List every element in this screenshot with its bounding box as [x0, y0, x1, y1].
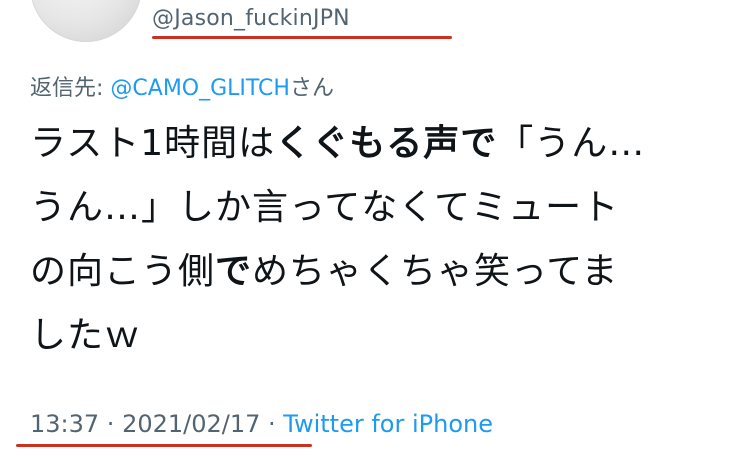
tweet-text-line: ラスト1時間はくぐもる声で「うん… — [30, 112, 730, 176]
tweet-text-segment: したｗ — [30, 315, 142, 356]
tweet-text-line: の向こう側でめちゃくちゃ笑ってま — [30, 240, 730, 304]
tweet-text-bold-segment: くぐもる声で — [275, 123, 498, 164]
tweet-time[interactable]: 13:37 — [30, 410, 99, 438]
meta-separator-2: · — [260, 410, 284, 438]
handle-red-underline — [152, 36, 452, 39]
tweet-source-link[interactable]: Twitter for iPhone — [283, 410, 493, 438]
tweet-text-segment: うん…」しか言ってなくてミュート — [30, 187, 620, 228]
tweet-text: ラスト1時間はくぐもる声で「うん… うん…」しか言ってなくてミュート の向こう側でめ… — [30, 112, 730, 368]
tweet-date[interactable]: 2021/02/17 — [122, 410, 260, 438]
tweet-text-segment: めちゃくちゃ笑ってま — [252, 251, 619, 292]
tweet-text-segment: の向こう側 — [30, 251, 216, 292]
tweet-text-segment: 「うん… — [497, 123, 646, 164]
tweet-text-bold-segment: で — [215, 251, 253, 292]
date-red-underline — [16, 444, 312, 447]
reply-to-handle-link[interactable]: @CAMO_GLITCH — [110, 76, 290, 101]
tweet-text-line: うん…」しか言ってなくてミュート — [30, 176, 730, 240]
avatar[interactable] — [30, 0, 142, 42]
tweet-text-segment: ラスト1時間は — [30, 123, 276, 164]
tweet-metadata: 13:37 · 2021/02/17 · Twitter for iPhone — [30, 410, 493, 438]
reply-prefix: 返信先: — [30, 76, 111, 101]
reply-to-line: 返信先: @CAMO_GLITCHさん — [30, 70, 334, 102]
author-handle[interactable]: @Jason_fuckinJPN — [152, 6, 350, 31]
meta-separator: · — [99, 410, 123, 438]
reply-suffix: さん — [289, 76, 334, 101]
tweet-text-line: したｗ — [30, 304, 730, 368]
